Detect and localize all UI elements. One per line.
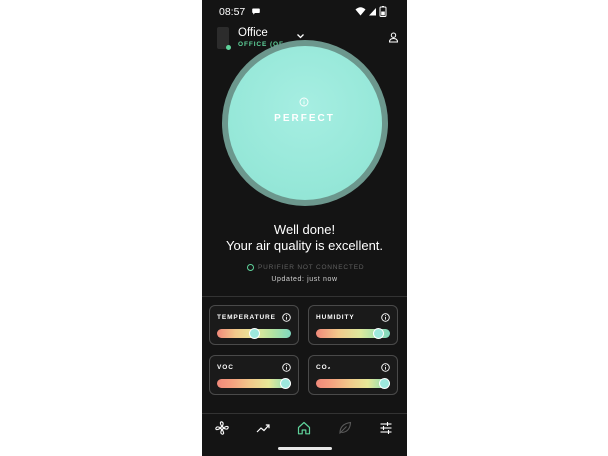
phone-screen: 08:57 Office OFFICE (OF... PERFECT Well … [202, 0, 407, 456]
status-time: 08:57 [219, 6, 246, 18]
chevron-down-icon[interactable] [296, 33, 305, 39]
metric-level-bar [316, 378, 390, 389]
headline-message: Your air quality is excellent. [225, 238, 384, 253]
device-icon[interactable] [217, 27, 231, 50]
trends-icon[interactable] [256, 421, 270, 435]
info-icon[interactable] [299, 97, 309, 107]
section-divider [202, 296, 407, 297]
fan-icon[interactable] [215, 421, 229, 435]
metric-label: HUMIDITY [316, 314, 355, 321]
nav-divider [202, 413, 407, 414]
system-status-icons [355, 6, 387, 17]
metric-level-knob [379, 378, 390, 389]
metric-level-bar [316, 328, 390, 339]
headline-title: Well done! [273, 222, 336, 237]
status-bar: 08:57 [202, 0, 407, 24]
signal-icon [369, 8, 376, 16]
device-status-dot [226, 45, 231, 50]
metric-card-temperature[interactable]: TEMPERATURE [209, 305, 299, 345]
metric-level-bar [217, 328, 291, 339]
metric-level-knob [280, 378, 291, 389]
purifier-status-icon [247, 264, 254, 271]
info-icon[interactable] [381, 313, 390, 322]
settings-icon[interactable] [379, 421, 393, 435]
message-icon [252, 8, 260, 15]
metric-label: VOC [217, 364, 234, 371]
updated-timestamp: Updated: just now [271, 276, 338, 283]
metric-card-humidity[interactable]: HUMIDITY [308, 305, 398, 345]
info-icon[interactable] [282, 313, 291, 322]
metric-level-knob [248, 328, 260, 339]
metric-label: CO₂ [316, 364, 332, 371]
air-quality-rating: PERFECT [274, 113, 335, 124]
info-icon[interactable] [381, 363, 390, 372]
leaf-icon[interactable] [338, 421, 352, 435]
metric-label: TEMPERATURE [217, 314, 276, 321]
home-indicator[interactable] [278, 447, 332, 450]
metric-card-co2[interactable]: CO₂ [308, 355, 398, 395]
purifier-status-label: PURIFIER NOT CONNECTED [258, 264, 365, 271]
wifi-icon [355, 7, 366, 16]
profile-icon[interactable] [388, 32, 399, 43]
metric-level-knob [373, 328, 385, 339]
info-icon[interactable] [282, 363, 291, 372]
home-icon[interactable] [297, 421, 311, 435]
metric-card-voc[interactable]: VOC [209, 355, 299, 395]
room-name[interactable]: Office [238, 27, 268, 39]
battery-icon [379, 6, 387, 17]
metric-level-bar [217, 378, 291, 389]
